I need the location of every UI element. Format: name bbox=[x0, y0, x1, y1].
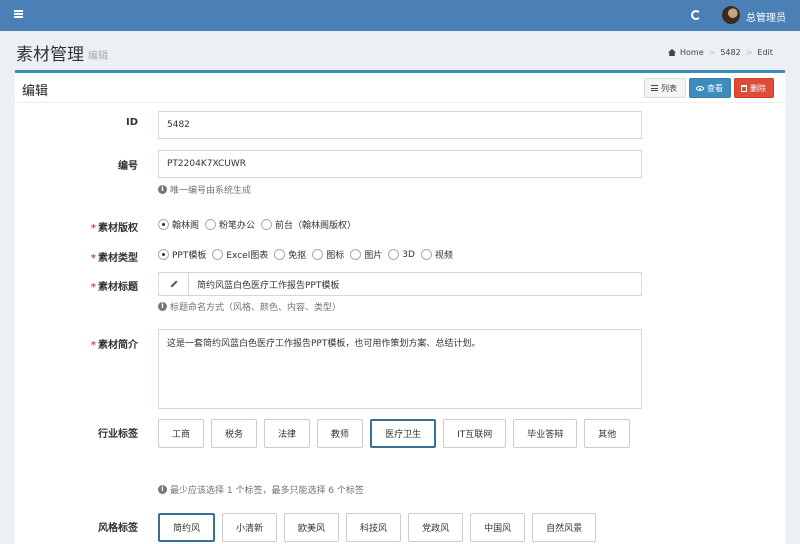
view-button[interactable]: 查看 bbox=[689, 78, 731, 98]
title-help: i 标题命名方式（风格、颜色、内容、类型） bbox=[158, 300, 341, 313]
username[interactable]: 总管理员 bbox=[746, 9, 786, 24]
style-tags-label: 风格标签 bbox=[98, 523, 138, 534]
industry-tag[interactable]: 毕业答辩 bbox=[513, 419, 578, 448]
page-subtitle: 编辑 bbox=[88, 51, 108, 62]
copyright-label: * 素材版权 bbox=[90, 223, 138, 234]
industry-tag-selected[interactable]: 医疗卫生 bbox=[370, 419, 437, 448]
radio-button[interactable] bbox=[420, 249, 432, 260]
copyright-radio-group: 翰林阁 粉笔办公 前台（翰林阁版权） bbox=[158, 218, 356, 231]
radio-type-excel[interactable]: Excel图表 bbox=[212, 248, 268, 261]
page-title: 素材管理 bbox=[16, 45, 84, 65]
style-tag-selected[interactable]: 简约风 bbox=[158, 513, 216, 542]
list-button-label: 列表 bbox=[661, 83, 677, 93]
radio-button[interactable] bbox=[158, 219, 169, 230]
radio-type-ppt[interactable]: PPT模板 bbox=[158, 248, 206, 261]
radio-button[interactable] bbox=[388, 249, 400, 260]
style-tag[interactable]: 中国风 bbox=[470, 513, 526, 542]
breadcrumb-home[interactable]: Home bbox=[680, 48, 704, 57]
radio-button[interactable] bbox=[205, 219, 217, 230]
radio-button[interactable] bbox=[158, 249, 169, 260]
radio-button[interactable] bbox=[212, 249, 224, 260]
industry-help: i 最少应该选择 1 个标签，最多只能选择 6 个标签 bbox=[158, 483, 364, 496]
intro-textarea[interactable]: 这是一套简约风蓝白色医疗工作报告PPT模板，也可用作策划方案、总结计划。 bbox=[158, 329, 642, 409]
eye-icon bbox=[696, 85, 704, 91]
title-input-group: 简约风蓝白色医疗工作报告PPT模板 bbox=[158, 272, 642, 296]
breadcrumb-separator: > bbox=[708, 48, 716, 57]
delete-button-label: 删除 bbox=[750, 83, 766, 93]
title-input[interactable]: 简约风蓝白色医疗工作报告PPT模板 bbox=[188, 272, 642, 296]
menu-toggle-icon[interactable] bbox=[14, 10, 23, 18]
home-icon bbox=[668, 49, 676, 56]
id-label: ID bbox=[125, 117, 138, 128]
radio-button[interactable] bbox=[261, 219, 273, 230]
industry-tag[interactable]: IT互联网 bbox=[443, 419, 507, 448]
type-label: * 素材类型 bbox=[90, 253, 138, 264]
style-tag[interactable]: 欧美风 bbox=[284, 513, 340, 542]
industry-tag[interactable]: 税务 bbox=[211, 419, 258, 448]
style-tag[interactable]: 自然风景 bbox=[532, 513, 597, 542]
radio-button[interactable] bbox=[350, 249, 362, 260]
industry-tags-label: 行业标签 bbox=[98, 429, 138, 440]
box-title: 编辑 bbox=[22, 84, 49, 99]
radio-button[interactable] bbox=[312, 249, 324, 260]
radio-type-icon[interactable]: 图标 bbox=[312, 248, 344, 261]
radio-copyright-0[interactable]: 翰林阁 bbox=[158, 218, 199, 231]
box-header: 编辑 列表 查看 删除 bbox=[15, 73, 785, 103]
breadcrumb-separator: > bbox=[745, 48, 753, 57]
delete-button[interactable]: 删除 bbox=[734, 78, 774, 98]
style-tag[interactable]: 小清新 bbox=[222, 513, 278, 542]
industry-tag[interactable]: 教师 bbox=[317, 419, 364, 448]
info-icon: i bbox=[158, 185, 167, 194]
list-button[interactable]: 列表 bbox=[644, 78, 686, 98]
industry-tag[interactable]: 工商 bbox=[158, 419, 205, 448]
breadcrumb-current: Edit bbox=[757, 48, 773, 57]
title-label: * 素材标题 bbox=[90, 282, 138, 293]
industry-tags: 工商 税务 法律 教师 医疗卫生 IT互联网 毕业答辩 其他 bbox=[158, 419, 638, 448]
breadcrumb: Home > 5482 > Edit bbox=[668, 48, 773, 57]
radio-type-image[interactable]: 图片 bbox=[350, 248, 382, 261]
radio-copyright-1[interactable]: 粉笔办公 bbox=[205, 218, 255, 231]
intro-label: * 素材简介 bbox=[90, 340, 138, 351]
refresh-icon[interactable] bbox=[691, 10, 701, 20]
style-tag[interactable]: 科技风 bbox=[346, 513, 402, 542]
style-tags: 简约风 小清新 欧美风 科技风 党政风 中国风 自然风景 bbox=[158, 513, 638, 542]
avatar[interactable] bbox=[722, 6, 740, 24]
pencil-icon bbox=[169, 280, 178, 288]
radio-type-cutout[interactable]: 免抠 bbox=[274, 248, 306, 261]
list-icon bbox=[651, 85, 658, 91]
industry-tag[interactable]: 法律 bbox=[264, 419, 311, 448]
radio-copyright-2[interactable]: 前台（翰林阁版权） bbox=[261, 218, 356, 231]
id-field[interactable]: 5482 bbox=[158, 111, 642, 139]
title-addon bbox=[158, 272, 188, 296]
info-icon: i bbox=[158, 302, 167, 311]
code-label: 编号 bbox=[118, 161, 138, 172]
view-button-label: 查看 bbox=[707, 83, 723, 93]
style-tag[interactable]: 党政风 bbox=[408, 513, 464, 542]
radio-type-video[interactable]: 视频 bbox=[420, 248, 453, 261]
code-help: i 唯一编号由系统生成 bbox=[158, 183, 251, 196]
trash-icon bbox=[741, 84, 747, 92]
radio-button[interactable] bbox=[274, 249, 286, 260]
edit-box: 编辑 列表 查看 删除 ID 5482 编号 PT2204K7XCUWR i 唯… bbox=[15, 70, 785, 544]
info-icon: i bbox=[158, 485, 167, 494]
type-radio-group: PPT模板 Excel图表 免抠 图标 图片 3D 视频 bbox=[158, 248, 453, 261]
top-navbar: 总管理员 bbox=[0, 0, 800, 31]
code-field[interactable]: PT2204K7XCUWR bbox=[158, 150, 642, 178]
radio-type-3d[interactable]: 3D bbox=[388, 249, 415, 260]
breadcrumb-id[interactable]: 5482 bbox=[720, 48, 740, 57]
industry-tag[interactable]: 其他 bbox=[584, 419, 631, 448]
